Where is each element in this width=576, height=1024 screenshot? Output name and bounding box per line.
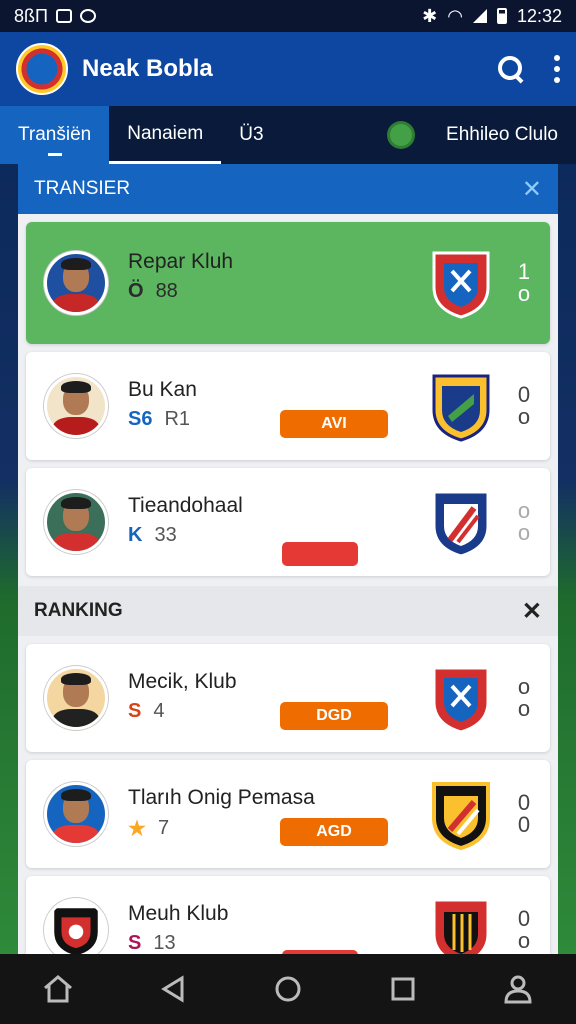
transfer-section-header: TRANSIER ✕ <box>18 164 558 214</box>
stat-value: R1 <box>164 408 191 430</box>
action-button[interactable] <box>282 542 358 566</box>
club-crest-icon <box>432 666 490 734</box>
player-name: Tlarıh Onig Pemasa <box>128 786 315 809</box>
player-stat: S6 R1 <box>128 408 190 431</box>
ranking-card[interactable]: Tlarıh Onig Pemasa ★ 7 AGD 0 0 <box>26 760 550 868</box>
ranking-section-header: RANKING ✕ <box>18 586 558 636</box>
player-name: Repar Kluh <box>128 250 234 273</box>
score-bottom: o <box>517 520 531 545</box>
stat-icon: K <box>128 524 143 546</box>
more-options-icon[interactable] <box>554 55 560 83</box>
tab-club[interactable]: Ehhileo Clulo <box>372 106 576 164</box>
back-icon[interactable] <box>153 969 193 1009</box>
home-circle-icon[interactable] <box>268 969 308 1009</box>
player-name: Tieandohaal <box>128 494 243 517</box>
transfer-card[interactable]: Bu Kan S6 R1 AVI 0 o <box>26 352 550 460</box>
score: 0 o <box>512 384 536 428</box>
player-stat: S 13 <box>128 932 176 954</box>
score-top: o <box>517 498 531 523</box>
tab-bar: Tranšiën Nanaiem Ü3 Ehhileo Clulo <box>0 106 576 164</box>
player-avatar <box>44 251 108 315</box>
home-icon[interactable] <box>38 969 78 1009</box>
action-button[interactable]: AVI <box>280 410 388 438</box>
score: 1 o <box>512 261 536 305</box>
search-icon[interactable] <box>498 56 524 82</box>
recents-icon[interactable] <box>383 969 423 1009</box>
score-top: 1 <box>517 259 531 284</box>
notification-icon <box>56 9 73 23</box>
ranking-section-title: RANKING <box>34 600 123 621</box>
stat-value: 13 <box>153 932 176 954</box>
status-bar: 8ßΠ ✱ ◠ 12:32 <box>0 0 576 32</box>
score: o o <box>512 500 536 544</box>
player-name: Meuh Klub <box>128 902 229 925</box>
stat-value: 33 <box>154 524 177 546</box>
score-bottom: 0 <box>517 812 531 837</box>
content-panel: TRANSIER ✕ Repar Kluh Ö 88 1 o Bu Kan S6… <box>18 164 558 954</box>
score-bottom: o <box>517 404 531 429</box>
gear-icon <box>390 124 413 146</box>
action-button[interactable]: DGD <box>280 702 388 730</box>
stat-icon: S6 <box>128 408 153 430</box>
star-icon: ★ <box>128 818 146 840</box>
club-avatar <box>44 898 108 954</box>
profile-icon[interactable] <box>498 969 538 1009</box>
transfer-section-title: TRANSIER <box>34 178 131 199</box>
stat-value: 4 <box>153 700 165 722</box>
score-bottom: o <box>517 281 531 306</box>
score-top: o <box>517 674 531 699</box>
camera-icon <box>80 9 97 23</box>
stat-value: 88 <box>155 280 178 302</box>
score-top: 0 <box>517 790 531 815</box>
transfer-card[interactable]: Tieandohaal K 33 o o <box>26 468 550 576</box>
stat-icon: S <box>128 700 142 722</box>
ranking-card[interactable]: Meuh Klub S 13 0 o <box>26 876 550 954</box>
tab-nanaiem[interactable]: Nanaiem <box>109 106 222 164</box>
tab-transfer[interactable]: Tranšiën <box>0 106 110 164</box>
system-nav-bar <box>0 954 576 1024</box>
player-name: Bu Kan <box>128 378 197 401</box>
player-avatar <box>44 782 108 846</box>
score-bottom: o <box>517 928 531 953</box>
stat-icon: S <box>128 932 142 954</box>
club-crest-icon <box>432 898 490 954</box>
ranking-close-icon[interactable]: ✕ <box>522 597 542 626</box>
player-name: Mecik, Klub <box>128 670 237 693</box>
transfer-card[interactable]: Repar Kluh Ö 88 1 o <box>26 222 550 344</box>
club-crest-icon <box>432 782 490 850</box>
club-crest-icon <box>432 374 490 442</box>
tab-u3[interactable]: Ü3 <box>221 106 281 164</box>
player-stat: ★ 7 <box>128 816 169 841</box>
score: o o <box>512 676 536 720</box>
status-left-text: 8ßΠ <box>14 5 49 26</box>
status-time: 12:32 <box>516 5 562 26</box>
action-button[interactable]: AGD <box>280 818 388 846</box>
player-avatar <box>44 374 108 438</box>
score-top: 0 <box>517 382 531 407</box>
battery-icon <box>496 8 507 24</box>
club-crest-icon <box>432 251 490 319</box>
wifi-icon: ◠ <box>447 5 463 26</box>
player-avatar <box>44 666 108 730</box>
player-stat: K 33 <box>128 524 177 547</box>
ranking-card[interactable]: Mecik, Klub S 4 DGD o o <box>26 644 550 752</box>
score-top: 0 <box>517 906 531 931</box>
bluetooth-icon: ✱ <box>422 5 438 26</box>
club-badge-icon <box>54 908 98 954</box>
signal-icon <box>472 9 487 23</box>
score-bottom: o <box>517 696 531 721</box>
player-stat: Ö 88 <box>128 280 178 303</box>
club-crest-icon <box>432 490 490 558</box>
stat-icon: Ö <box>128 280 144 302</box>
tab-club-label: Ehhileo Clulo <box>446 124 558 145</box>
player-avatar <box>44 490 108 554</box>
app-logo <box>16 43 68 95</box>
player-stat: S 4 <box>128 700 164 723</box>
app-bar: Neak Bobla <box>0 32 576 106</box>
app-title: Neak Bobla <box>82 55 213 82</box>
transfer-close-icon[interactable]: ✕ <box>522 175 542 204</box>
score: 0 o <box>512 908 536 952</box>
stat-value: 7 <box>157 817 170 839</box>
score: 0 0 <box>512 792 536 836</box>
